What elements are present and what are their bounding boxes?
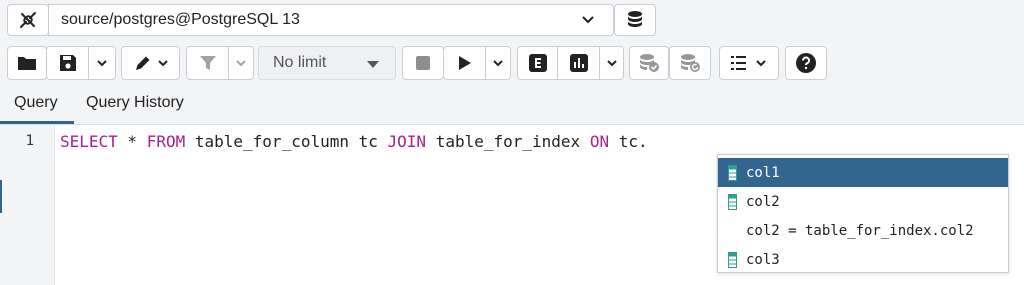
row-limit-value: No limit: [273, 54, 327, 71]
caret-down-icon: [367, 61, 379, 68]
filter-button[interactable]: [187, 47, 228, 79]
help-icon: [796, 53, 816, 73]
tab-query-history[interactable]: Query History: [86, 94, 184, 112]
macros-button[interactable]: [719, 46, 779, 80]
autocomplete-label: col2 = table_for_index.col2: [746, 222, 974, 239]
keyword-join: JOIN: [387, 132, 427, 151]
row-limit-select[interactable]: No limit: [258, 46, 396, 80]
chevron-down-icon: [607, 60, 617, 67]
connection-status-button[interactable]: [7, 4, 49, 36]
explain-button-group: [517, 46, 624, 80]
play-icon: [458, 56, 471, 70]
filter-icon: [199, 56, 216, 70]
edit-options-button[interactable]: [121, 46, 180, 80]
commit-button[interactable]: [629, 46, 669, 80]
column-icon: [718, 164, 746, 181]
autocomplete-label: col1: [746, 164, 780, 181]
chevron-down-icon: [97, 60, 107, 67]
code-text: table_for_index: [426, 132, 590, 151]
execute-button-group: [443, 46, 511, 80]
filter-options-dropdown[interactable]: [228, 47, 253, 79]
code-line[interactable]: SELECT * FROM table_for_column tc JOIN t…: [60, 132, 648, 151]
explain-analyze-button[interactable]: [557, 47, 599, 79]
stop-query-button[interactable]: [402, 46, 444, 80]
pencil-icon: [135, 56, 149, 70]
autocomplete-item[interactable]: col2 = table_for_index.col2: [718, 216, 1008, 245]
explain-options-dropdown[interactable]: [599, 47, 623, 79]
active-tab-indicator: [0, 121, 74, 124]
chevron-down-icon: [756, 60, 766, 67]
connection-select[interactable]: source/postgres@PostgreSQL 13: [48, 4, 614, 36]
folder-icon: [18, 57, 36, 70]
code-text: tc.: [609, 132, 648, 151]
save-options-dropdown[interactable]: [88, 47, 115, 79]
line-number: 1: [25, 133, 34, 149]
focus-marker: [0, 180, 2, 213]
execute-options-dropdown[interactable]: [485, 47, 510, 79]
editor-tabs: Query Query History: [0, 84, 1024, 125]
execute-query-button[interactable]: [444, 47, 485, 79]
chevron-down-icon: [236, 60, 246, 67]
explain-button[interactable]: [518, 47, 557, 79]
keyword-select: SELECT: [60, 132, 118, 151]
column-icon: [718, 251, 746, 268]
chevron-down-icon: [582, 16, 594, 24]
database-icon: [628, 11, 642, 27]
explain-icon: [528, 54, 547, 72]
connection-label: source/postgres@PostgreSQL 13: [61, 11, 300, 28]
code-text: table_for_column tc: [185, 132, 388, 151]
autocomplete-popup: col1 col2 col2 = table_for_index.col2 co…: [717, 154, 1009, 273]
column-icon: [718, 193, 746, 210]
line-number-gutter: 1: [0, 125, 55, 285]
list-icon: [731, 56, 746, 70]
tab-query[interactable]: Query: [14, 94, 58, 112]
chevron-down-icon: [493, 60, 503, 67]
disconnected-plug-icon: [20, 12, 36, 28]
autocomplete-label: col2: [746, 193, 780, 210]
code-text: *: [117, 132, 147, 151]
autocomplete-item[interactable]: col3: [718, 245, 1008, 272]
open-file-button[interactable]: [7, 46, 47, 80]
new-connection-button[interactable]: [614, 4, 656, 36]
filter-button-group: [186, 46, 254, 80]
autocomplete-item[interactable]: col2: [718, 187, 1008, 216]
keyword-from: FROM: [146, 132, 186, 151]
bar-chart-icon: [569, 54, 588, 72]
help-button[interactable]: [785, 46, 827, 80]
save-file-button[interactable]: [47, 47, 88, 79]
save-button-group: [46, 46, 116, 80]
chevron-down-icon: [157, 60, 168, 67]
stop-icon: [416, 56, 430, 70]
database-commit-icon: [640, 54, 659, 72]
autocomplete-item[interactable]: col1: [718, 158, 1008, 187]
save-icon: [59, 55, 76, 71]
keyword-on: ON: [589, 132, 610, 151]
database-rollback-icon: [681, 54, 700, 72]
rollback-button[interactable]: [669, 46, 711, 80]
autocomplete-label: col3: [746, 251, 780, 268]
